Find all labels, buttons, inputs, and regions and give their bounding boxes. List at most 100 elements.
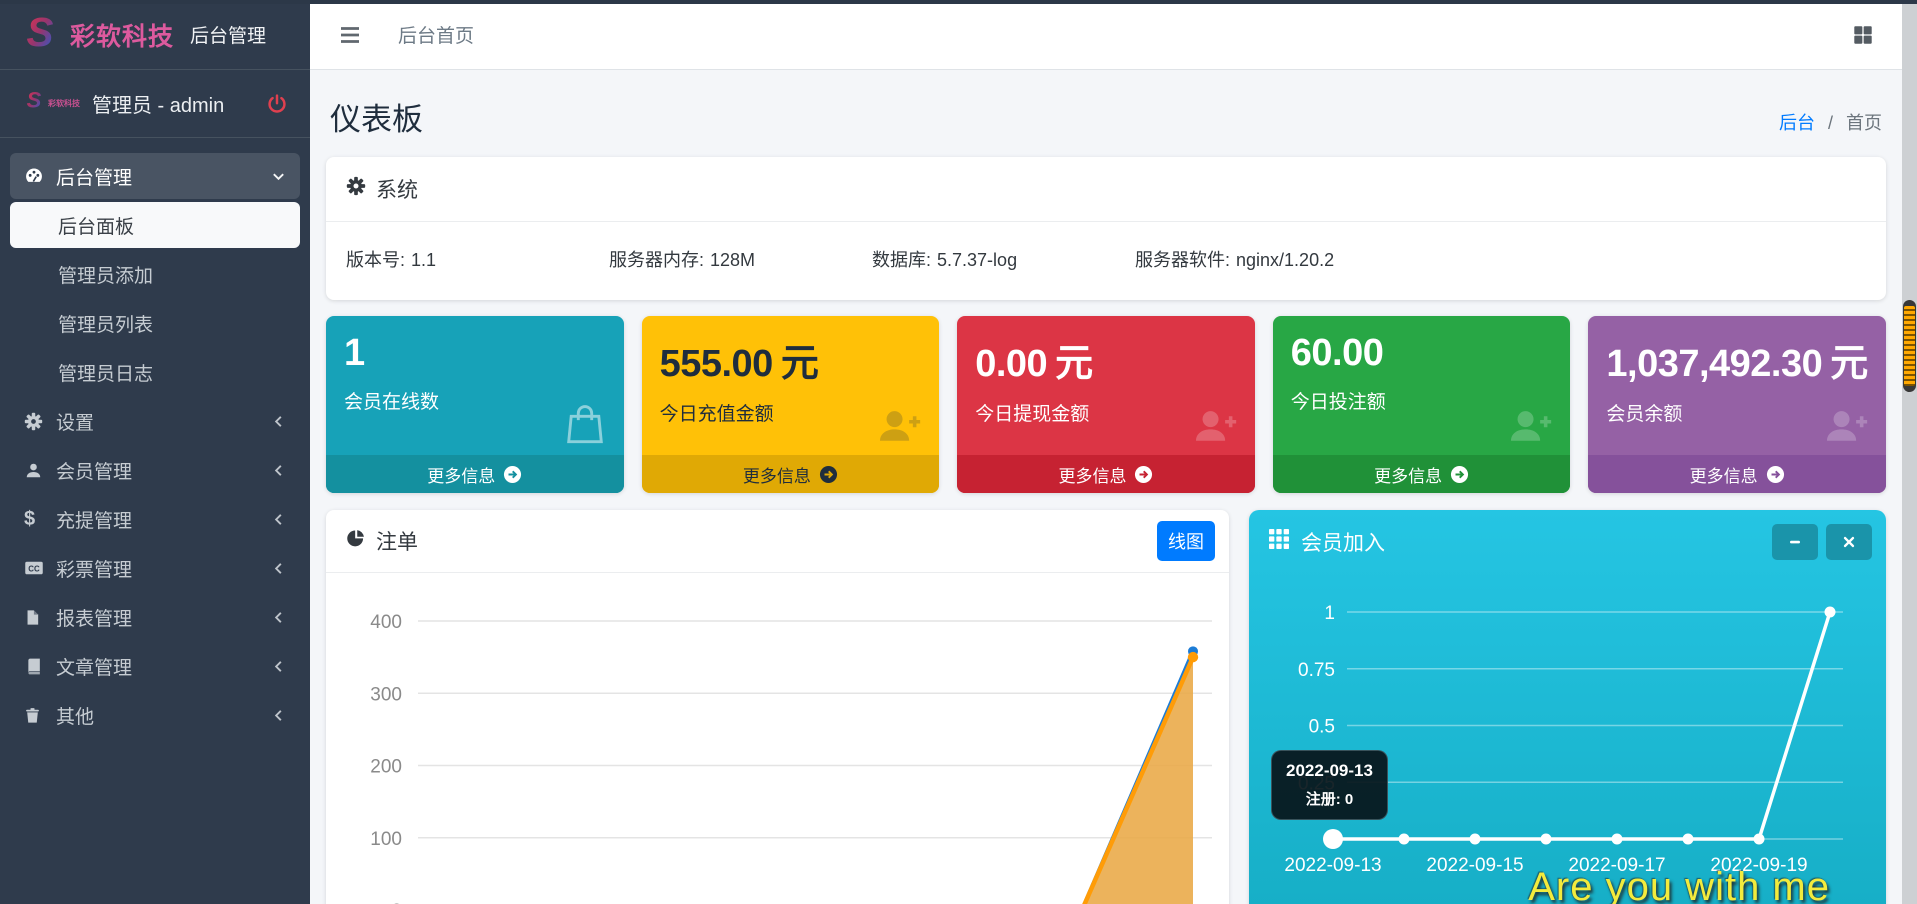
bet-chart-panel: 注单 线图 0100200300400 <box>326 510 1229 904</box>
gear-icon <box>24 412 56 431</box>
sidebar-item[interactable]: 文章管理 <box>10 643 300 689</box>
sidebar-item-label: 会员管理 <box>56 457 132 484</box>
system-panel: 系统 版本号:1.1 服务器内存:128M 数据库:5.7.37-log 服务器… <box>326 157 1886 300</box>
breadcrumb: 后台 / 首页 <box>1779 109 1882 139</box>
svg-text:2022-09-13: 2022-09-13 <box>1284 855 1381 876</box>
chevron-left-icon <box>271 561 286 576</box>
user-name: 管理员 - admin <box>92 89 224 118</box>
avatar-brand-text: 彩软科技 <box>48 98 80 109</box>
bet-panel-title: 注单 <box>376 526 418 556</box>
sidebar-subitem-label: 管理员日志 <box>58 359 153 386</box>
system-info-label: 服务器内存: <box>609 250 704 270</box>
grid-2x2-icon[interactable] <box>1852 24 1874 46</box>
data-point[interactable] <box>1825 607 1836 618</box>
sidebar-subitem[interactable]: 后台面板 <box>10 202 300 248</box>
line-chart-button[interactable]: 线图 <box>1157 521 1215 561</box>
data-point[interactable] <box>1188 652 1198 662</box>
stat-unit: 元 <box>1830 343 1868 385</box>
data-point[interactable] <box>1612 834 1623 845</box>
minus-icon[interactable] <box>1772 524 1818 560</box>
sidebar-subitem-label: 后台面板 <box>58 212 134 239</box>
y-axis-labels: 0100200300400 <box>370 612 402 904</box>
sidebar-subitem[interactable]: 管理员列表 <box>10 300 300 346</box>
close-icon[interactable] <box>1826 524 1872 560</box>
system-info-row: 版本号:1.1 服务器内存:128M 数据库:5.7.37-log 服务器软件:… <box>326 222 1886 300</box>
breadcrumb-link[interactable]: 后台 <box>1779 113 1815 133</box>
content: 仪表板 后台 / 首页 系统 版本号:1.1 服务器内存:128M 数据库:5.… <box>310 70 1902 904</box>
stat-value: 555.00元 <box>642 316 940 387</box>
more-info-link[interactable]: 更多信息 <box>642 455 940 493</box>
s-gradient-logo-icon: S <box>22 89 46 117</box>
sidebar-item[interactable]: 后台管理 <box>10 153 300 199</box>
sidebar-item-label: 充提管理 <box>56 506 132 533</box>
system-info-item: 数据库:5.7.37-log <box>872 246 1135 272</box>
member-panel-title: 会员加入 <box>1301 527 1385 557</box>
sidebar-item[interactable]: 设置 <box>10 398 300 444</box>
sidebar-item[interactable]: 会员管理 <box>10 447 300 493</box>
system-info-value: 5.7.37-log <box>937 250 1017 270</box>
bet-panel-header: 注单 线图 <box>326 510 1229 573</box>
more-info-link[interactable]: 更多信息 <box>957 455 1255 493</box>
sidebar-subitem-label: 管理员添加 <box>58 261 153 288</box>
system-info-value: nginx/1.20.2 <box>1236 250 1334 270</box>
system-info-label: 服务器软件: <box>1135 250 1230 270</box>
data-point[interactable] <box>1323 829 1343 849</box>
svg-text:S: S <box>27 12 54 52</box>
hamburger-icon[interactable] <box>338 23 362 47</box>
sidebar-item-label: 其他 <box>56 702 94 729</box>
data-point[interactable] <box>1470 834 1481 845</box>
bet-line-chart[interactable]: 0100200300400 <box>326 573 1229 904</box>
grid-3x3-icon <box>1269 529 1289 555</box>
more-info-link[interactable]: 更多信息 <box>1588 455 1886 493</box>
data-point[interactable] <box>1683 834 1694 845</box>
svg-text:100: 100 <box>370 829 402 850</box>
member-line-chart[interactable]: 00.250.50.7512022-09-132022-09-152022-09… <box>1249 573 1882 904</box>
page-title: 仪表板 <box>330 94 423 139</box>
tooltip-date: 2022-09-13 <box>1286 761 1373 781</box>
scrollbar-thumb[interactable] <box>1903 300 1916 392</box>
series-orange-line <box>416 657 1193 904</box>
sidebar-item[interactable]: $ 充提管理 <box>10 496 300 542</box>
member-join-panel: 会员加入 00.250.50.7512022-09-132022-09-1520… <box>1249 510 1886 904</box>
power-icon[interactable] <box>266 93 288 115</box>
data-point[interactable] <box>1541 834 1552 845</box>
page-scrollbar[interactable] <box>1902 0 1917 904</box>
sidebar-item-label: 彩票管理 <box>56 555 132 582</box>
sidebar: S 彩软科技 后台管理 S 彩软科技 管理员 - admin 后台管理 后台面板… <box>0 0 310 904</box>
more-info-link[interactable]: 更多信息 <box>1273 455 1571 493</box>
gridlines <box>418 621 1212 904</box>
stat-value: 0.00元 <box>957 316 1255 387</box>
area-fill <box>416 657 1193 904</box>
sidebar-item-label: 后台管理 <box>56 163 132 190</box>
chevron-left-icon <box>271 708 286 723</box>
breadcrumb-separator: / <box>1828 113 1833 133</box>
sidebar-item[interactable]: 报表管理 <box>10 594 300 640</box>
sidebar-subitem[interactable]: 管理员日志 <box>10 349 300 395</box>
nav-home-link[interactable]: 后台首页 <box>398 21 474 48</box>
gear-icon <box>346 176 366 202</box>
stat-unit: 元 <box>1055 343 1093 385</box>
data-point[interactable] <box>1399 834 1410 845</box>
brand[interactable]: S 彩软科技 后台管理 <box>0 0 310 70</box>
stat-card: 60.00 今日投注额 更多信息 <box>1273 316 1571 493</box>
sidebar-item[interactable]: CC 彩票管理 <box>10 545 300 591</box>
brand-name: 彩软科技 <box>70 17 174 53</box>
stat-cards-row: 1 会员在线数 更多信息 555.00元 今日充值金额 更多信息 0.00元 今… <box>326 316 1886 493</box>
more-info-link[interactable]: 更多信息 <box>326 455 624 493</box>
sidebar-subitem[interactable]: 管理员添加 <box>10 251 300 297</box>
main-area: 后台首页 仪表板 后台 / 首页 系统 版本号:1.1 服务器内存:128M 数… <box>310 0 1902 904</box>
chevron-left-icon <box>271 659 286 674</box>
system-info-item: 版本号:1.1 <box>346 246 609 272</box>
system-info-value: 1.1 <box>411 250 436 270</box>
svg-text:0.75: 0.75 <box>1298 660 1335 681</box>
stat-card: 555.00元 今日充值金额 更多信息 <box>642 316 940 493</box>
sidebar-item[interactable]: 其他 <box>10 692 300 738</box>
shopping-bag-icon <box>562 401 608 447</box>
data-point[interactable] <box>1754 834 1765 845</box>
chart-tooltip: 2022-09-13 注册: 0 <box>1271 750 1388 820</box>
user-panel: S 彩软科技 管理员 - admin <box>0 70 310 138</box>
chevron-left-icon <box>271 610 286 625</box>
svg-text:300: 300 <box>370 684 402 705</box>
system-panel-header: 系统 <box>326 157 1886 222</box>
user-plus-icon <box>1191 404 1239 447</box>
